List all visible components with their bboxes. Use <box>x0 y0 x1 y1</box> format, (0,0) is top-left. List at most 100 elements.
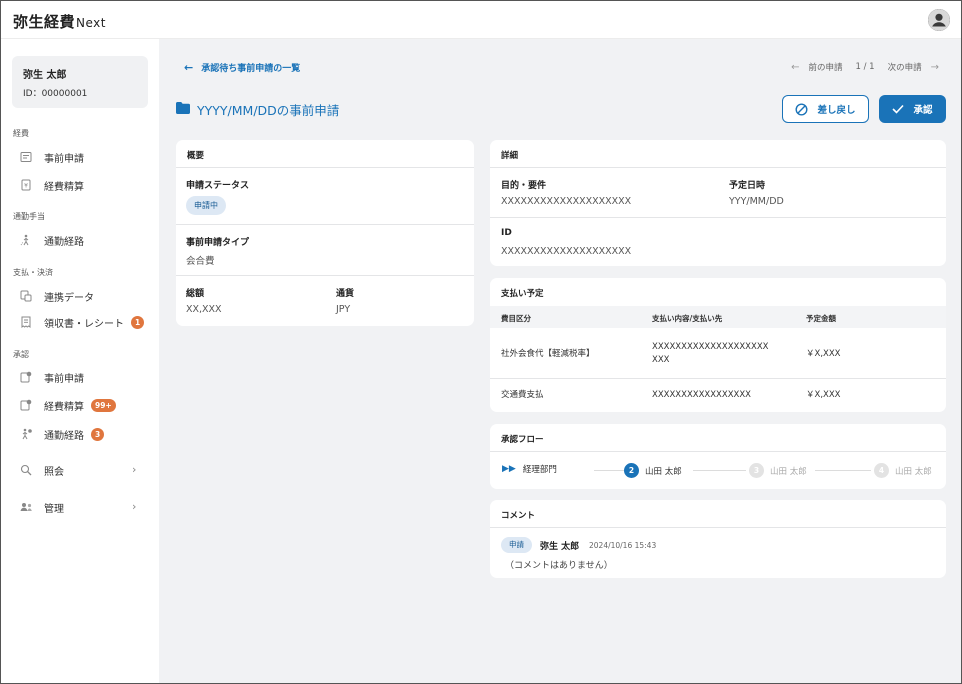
sidebar-item-approval-expense[interactable]: 経費精算 99+ <box>19 396 116 414</box>
folder-icon <box>176 102 190 117</box>
sidebar-item-label: 通勤経路 <box>44 430 84 442</box>
user-account-icon[interactable] <box>928 9 950 31</box>
back-to-list-link[interactable]: ← 承認待ち事前申請の一覧 <box>184 61 300 74</box>
flow-step-3: 3 山田 太郎 <box>749 463 807 478</box>
flow-step-label: 山田 太郎 <box>895 466 932 477</box>
approval-commute-icon <box>19 427 33 441</box>
status-badge: 申請中 <box>186 196 226 215</box>
divider <box>176 224 474 225</box>
approve-button[interactable]: 承認 <box>879 95 946 123</box>
sidebar-item-label: 連携データ <box>44 292 94 304</box>
type-label: 事前申請タイプ <box>186 238 250 248</box>
flow-step-4: 4 山田 太郎 <box>874 463 932 478</box>
pre-application-icon <box>19 150 33 164</box>
payment-schedule-card: 支払い予定 費目区分 支払い内容/支払い先 予定金額 社外会食代【軽減税率】 X… <box>490 278 946 412</box>
section-heading-commute: 通勤手当 <box>13 212 45 221</box>
prev-arrow-icon[interactable]: ← <box>791 62 799 73</box>
comment-type-badge: 申請 <box>501 537 532 553</box>
brand-suffix: Next <box>76 16 106 30</box>
sidebar-item-receipt[interactable]: 領収書・レシート 1 <box>19 313 145 331</box>
user-card: 弥生 太郎 ID：00000001 <box>12 56 148 108</box>
flow-step-label: 山田 太郎 <box>770 466 807 477</box>
type-value: 会合費 <box>186 256 215 267</box>
svg-text:¥: ¥ <box>24 183 28 190</box>
flow-step-label: 山田 太郎 <box>645 466 682 477</box>
send-back-label: 差し戻し <box>817 105 856 116</box>
date-value: YYY/MM/DD <box>729 196 784 207</box>
inquiry-chevron-icon: › <box>132 463 137 476</box>
id-value: XXXXXXXXXXXXXXXXXXXX <box>501 246 632 257</box>
content-cell: XXXXXXXXXXXXXXXXXXXX <box>652 342 769 352</box>
send-back-button[interactable]: 差し戻し <box>782 95 869 123</box>
expense-settlement-icon: ¥ <box>19 178 33 192</box>
sidebar-item-linked-data[interactable]: 連携データ <box>19 287 94 305</box>
flow-connector <box>594 470 624 471</box>
sidebar-item-label: 事前申請 <box>44 373 84 385</box>
approval-flow-title: 承認フロー <box>501 435 544 445</box>
category-cell: 交通費支払 <box>501 390 544 400</box>
comment-author: 弥生 太郎 <box>540 542 580 552</box>
section-heading-payment: 支払・決済 <box>13 268 53 277</box>
detail-card: 詳細 目的・要件 XXXXXXXXXXXXXXXXXXXX 予定日時 YYY/M… <box>490 140 946 266</box>
comment-title: コメント <box>501 511 536 521</box>
column-header: 費目区分 <box>501 314 531 323</box>
page-title: YYYY/MM/DDの事前申請 <box>176 100 339 119</box>
approval-flow-card: 承認フロー ▶▶ 経理部門 2 山田 太郎 3 山田 太郎 4 山田 太郎 <box>490 424 946 489</box>
commute-route-icon <box>19 233 33 247</box>
prev-application-link[interactable]: 前の申請 <box>808 61 842 73</box>
column-header: 予定金額 <box>806 314 836 323</box>
linked-data-icon <box>19 289 33 303</box>
sidebar-item-label: 領収書・レシート <box>44 318 124 330</box>
next-arrow-icon[interactable]: → <box>931 62 939 73</box>
checkmark-icon <box>892 104 905 114</box>
brand-name: 弥生経費 <box>13 13 76 31</box>
arrow-left-icon: ← <box>184 61 194 74</box>
divider <box>490 378 946 379</box>
sidebar-item-approval-commute[interactable]: 通勤経路 3 <box>19 425 105 443</box>
purpose-value: XXXXXXXXXXXXXXXXXXXX <box>501 196 632 207</box>
step-number: 3 <box>749 463 764 478</box>
app-logo[interactable]: 弥生経費Next <box>13 11 106 32</box>
sidebar-item-label: 通勤経路 <box>44 236 84 248</box>
approval-commute-badge: 3 <box>91 427 105 441</box>
approve-label: 承認 <box>913 105 933 116</box>
app-window: 弥生経費Next 弥生 太郎 ID：00000001 経費 事前申請 ¥ 経費精… <box>0 0 962 684</box>
admin-chevron-icon: › <box>132 500 137 513</box>
total-value: XX,XXX <box>186 304 222 315</box>
sidebar-item-pre-application[interactable]: 事前申請 <box>19 148 84 166</box>
comment-card: コメント 申請 弥生 太郎 2024/10/16 15:43 （コメントはありま… <box>490 500 946 578</box>
sidebar-item-approval-pre-application[interactable]: 事前申請 <box>19 368 84 386</box>
sidebar-item-admin[interactable]: 管理 <box>19 498 64 516</box>
top-bar: 弥生経費Next <box>1 1 961 39</box>
flow-step-2: 2 山田 太郎 <box>624 463 682 478</box>
flow-step-accounting: ▶▶ 経理部門 <box>502 463 557 475</box>
page-title-text: YYYY/MM/DDの事前申請 <box>197 103 340 118</box>
divider <box>176 275 474 276</box>
divider <box>490 217 946 218</box>
sidebar-item-inquiry[interactable]: 照会 <box>19 461 64 479</box>
receipt-count-badge: 1 <box>131 315 145 329</box>
pager: ← 前の申請 1 / 1 次の申請 → <box>782 61 939 74</box>
sidebar-item-commute[interactable]: 通勤経路 <box>19 231 84 249</box>
user-id: ID：00000001 <box>23 89 88 99</box>
currency-label: 通貨 <box>336 289 355 299</box>
sidebar-item-expense[interactable]: ¥ 経費精算 <box>19 176 84 194</box>
payment-title: 支払い予定 <box>501 289 544 299</box>
amount-cell: ￥X,XXX <box>806 390 841 400</box>
sidebar-item-label: 経費精算 <box>44 181 84 193</box>
category-cell: 社外会食代【軽減税率】 <box>501 349 595 359</box>
summary-title: 概要 <box>187 151 205 161</box>
step-number: 2 <box>624 463 639 478</box>
status-label: 申請ステータス <box>186 181 250 191</box>
approval-expense-icon <box>19 398 33 412</box>
content-cell: XXXXXXXXXXXXXXXXX <box>652 390 751 400</box>
step-number: 4 <box>874 463 889 478</box>
next-application-link[interactable]: 次の申請 <box>888 61 922 73</box>
total-label: 総額 <box>186 289 205 299</box>
detail-title: 詳細 <box>501 151 519 161</box>
sidebar-item-label: 管理 <box>44 503 64 515</box>
id-label: ID <box>501 228 512 238</box>
inquiry-icon <box>19 463 33 477</box>
divider <box>490 167 946 168</box>
user-name: 弥生 太郎 <box>23 70 67 81</box>
